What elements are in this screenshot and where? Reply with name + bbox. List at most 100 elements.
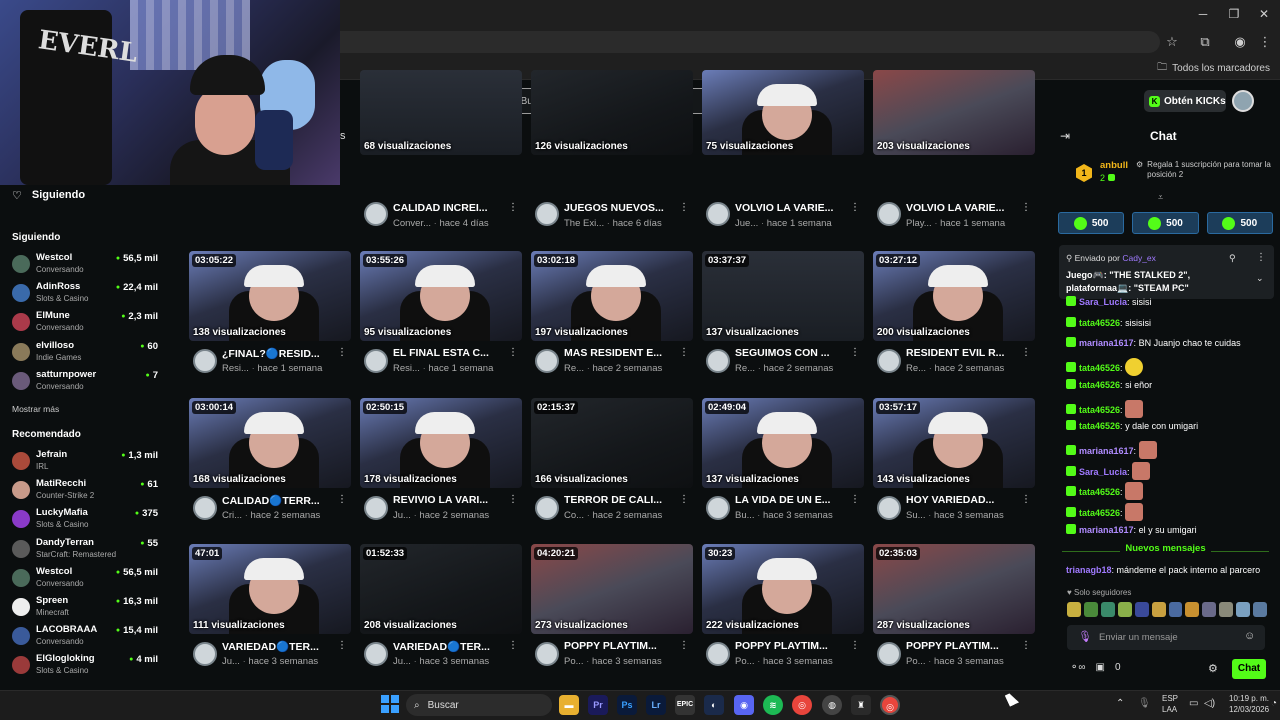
channel-avatar[interactable] — [535, 349, 559, 373]
video-thumbnail[interactable]: 03:05:22 138 visualizaciones — [189, 251, 351, 341]
video-title[interactable]: JUEGOS NUEVOS... — [564, 202, 682, 214]
channel-avatar[interactable] — [877, 642, 901, 666]
video-title[interactable]: VOLVIO LA VARIE... — [735, 202, 853, 214]
video-card[interactable]: 47:01 111 visualizaciones VARIEDAD🔵TER... J… — [189, 544, 351, 684]
user-avatar[interactable] — [1232, 90, 1254, 112]
windows-start-icon[interactable] — [381, 695, 399, 713]
chat-username[interactable]: mariana1617 — [1079, 338, 1134, 348]
video-menu-icon[interactable]: ⋮ — [1021, 494, 1031, 505]
chat-username[interactable]: Sara_Lucia — [1079, 297, 1127, 307]
chat-username[interactable]: tata46526 — [1079, 487, 1120, 497]
video-card[interactable]: 03:57:17 143 visualizaciones HOY VARIEDAD.… — [873, 398, 1035, 538]
video-thumbnail[interactable]: 03:37:37 137 visualizaciones — [702, 251, 864, 341]
video-title[interactable]: CALIDAD🔵TERR... — [222, 494, 340, 507]
video-title[interactable]: VOLVIO LA VARIE... — [906, 202, 1024, 214]
chat-username[interactable]: Sara_Lucia — [1079, 467, 1127, 477]
expand-icon[interactable]: ⩡ — [1158, 192, 1163, 203]
obs-icon[interactable]: ◍ — [822, 695, 842, 715]
chat-username[interactable]: tata46526 — [1079, 405, 1120, 415]
video-thumbnail[interactable]: 203 visualizaciones — [873, 70, 1035, 155]
channel-avatar[interactable] — [193, 642, 217, 666]
video-thumbnail[interactable]: 03:55:26 95 visualizaciones — [360, 251, 522, 341]
channel-avatar[interactable] — [877, 496, 901, 520]
network-icon[interactable]: ▭ — [1189, 698, 1198, 709]
chat-username[interactable]: mariana1617 — [1079, 446, 1134, 456]
quick-emote-icon[interactable] — [1134, 602, 1149, 617]
quick-emote-icon[interactable] — [1236, 602, 1251, 617]
clock-time[interactable]: 10:19 p. m. — [1229, 694, 1269, 703]
steam-icon[interactable]: ◐ — [704, 695, 724, 715]
collapse-chat-icon[interactable]: ⇥ — [1060, 129, 1070, 143]
mic-tray-icon[interactable]: 🎙 — [1138, 698, 1151, 709]
video-title[interactable]: POPPY PLAYTIM... — [564, 640, 682, 652]
video-card[interactable]: 126 visualizaciones JUEGOS NUEVOS... The E… — [531, 70, 693, 250]
video-thumbnail[interactable]: 03:02:18 197 visualizaciones — [531, 251, 693, 341]
discord-icon[interactable]: ◉ — [734, 695, 754, 715]
minimize-icon[interactable]: ─ — [1195, 6, 1211, 22]
video-card[interactable]: 03:27:12 200 visualizaciones RESIDENT EVIL… — [873, 251, 1035, 391]
volume-icon[interactable]: ◁) — [1204, 698, 1215, 709]
lightroom-icon[interactable]: Lr — [646, 695, 666, 715]
chat-input[interactable]: Enviar un mensaje — [1067, 625, 1265, 650]
video-menu-icon[interactable]: ⋮ — [337, 640, 347, 651]
profile-icon[interactable]: ◉ — [1232, 34, 1248, 50]
video-card[interactable]: 01:52:33 208 visualizaciones VARIEDAD🔵TER.… — [360, 544, 522, 684]
video-menu-icon[interactable]: ⋮ — [1021, 347, 1031, 358]
video-thumbnail[interactable]: 03:00:14 168 visualizaciones — [189, 398, 351, 488]
channel-avatar[interactable] — [535, 202, 559, 226]
gift-coin-button[interactable]: 500 — [1132, 212, 1199, 234]
pinned-menu-icon[interactable]: ⋮ — [1256, 252, 1266, 263]
taskbar-search[interactable]: ⌕ Buscar — [406, 694, 552, 716]
video-menu-icon[interactable]: ⋮ — [1021, 640, 1031, 651]
keyboard-layout[interactable]: LAA — [1162, 705, 1177, 714]
video-thumbnail[interactable]: 75 visualizaciones — [702, 70, 864, 155]
quick-emote-icon[interactable] — [1219, 602, 1234, 617]
chat-username[interactable]: tata46526 — [1079, 421, 1120, 431]
video-menu-icon[interactable]: ⋮ — [508, 494, 518, 505]
mic-icon[interactable]: 🎙 — [1078, 630, 1092, 643]
video-thumbnail[interactable]: 02:35:03 287 visualizaciones — [873, 544, 1035, 634]
video-title[interactable]: SEGUIMOS CON ... — [735, 347, 853, 359]
gift-coin-button[interactable]: 500 — [1058, 212, 1125, 234]
video-menu-icon[interactable]: ⋮ — [850, 640, 860, 651]
video-title[interactable]: POPPY PLAYTIM... — [906, 640, 1024, 652]
premiere-icon[interactable]: Pr — [588, 695, 608, 715]
channel-avatar[interactable] — [193, 496, 217, 520]
video-thumbnail[interactable]: 68 visualizaciones — [360, 70, 522, 155]
video-title[interactable]: TERROR DE CALI... — [564, 494, 682, 506]
bookmark-star-icon[interactable]: ☆ — [1164, 34, 1180, 50]
video-card[interactable]: 02:49:04 137 visualizaciones LA VIDA DE UN… — [702, 398, 864, 538]
video-menu-icon[interactable]: ⋮ — [508, 347, 518, 358]
video-title[interactable]: REVIVIO LA VARI... — [393, 494, 511, 506]
video-card[interactable]: 30:23 222 visualizaciones POPPY PLAYTIM...… — [702, 544, 864, 684]
chat-username[interactable]: tata46526 — [1079, 363, 1120, 373]
video-menu-icon[interactable]: ⋮ — [337, 494, 347, 505]
video-title[interactable]: VARIEDAD🔵TER... — [222, 640, 340, 653]
channel-avatar[interactable] — [535, 642, 559, 666]
channel-avatar[interactable] — [364, 496, 388, 520]
video-menu-icon[interactable]: ⋮ — [679, 640, 689, 651]
video-card[interactable]: 03:02:18 197 visualizaciones MAS RESIDENT … — [531, 251, 693, 391]
video-menu-icon[interactable]: ⋮ — [508, 640, 518, 651]
all-bookmarks[interactable]: 🗀 Todos los marcadores — [1157, 60, 1270, 77]
points-icon[interactable]: ▣ — [1096, 662, 1105, 673]
file-explorer-icon[interactable]: ▬ — [559, 695, 579, 715]
chat-username[interactable]: tata46526 — [1079, 508, 1120, 518]
video-card[interactable]: 02:15:37 166 visualizaciones TERROR DE CAL… — [531, 398, 693, 538]
video-menu-icon[interactable]: ⋮ — [679, 494, 689, 505]
video-title[interactable]: CALIDAD INCREI... — [393, 202, 511, 214]
language[interactable]: ESP — [1162, 694, 1178, 703]
chat-username[interactable]: tata46526 — [1079, 318, 1120, 328]
app-icon[interactable]: ♜ — [851, 695, 871, 715]
video-thumbnail[interactable]: 02:50:15 178 visualizaciones — [360, 398, 522, 488]
channel-avatar[interactable] — [877, 202, 901, 226]
video-title[interactable]: HOY VARIEDAD... — [906, 494, 1024, 506]
channel-avatar[interactable] — [706, 349, 730, 373]
emoji-icon[interactable]: ☺ — [1244, 630, 1255, 642]
video-menu-icon[interactable]: ⋮ — [679, 202, 689, 213]
get-kicks-button[interactable]: K Obtén KICKs — [1144, 90, 1226, 112]
video-title[interactable]: VARIEDAD🔵TER... — [393, 640, 511, 653]
video-title[interactable]: RESIDENT EVIL R... — [906, 347, 1024, 359]
video-thumbnail[interactable]: 126 visualizaciones — [531, 70, 693, 155]
chat-username[interactable]: tata46526 — [1079, 380, 1120, 390]
